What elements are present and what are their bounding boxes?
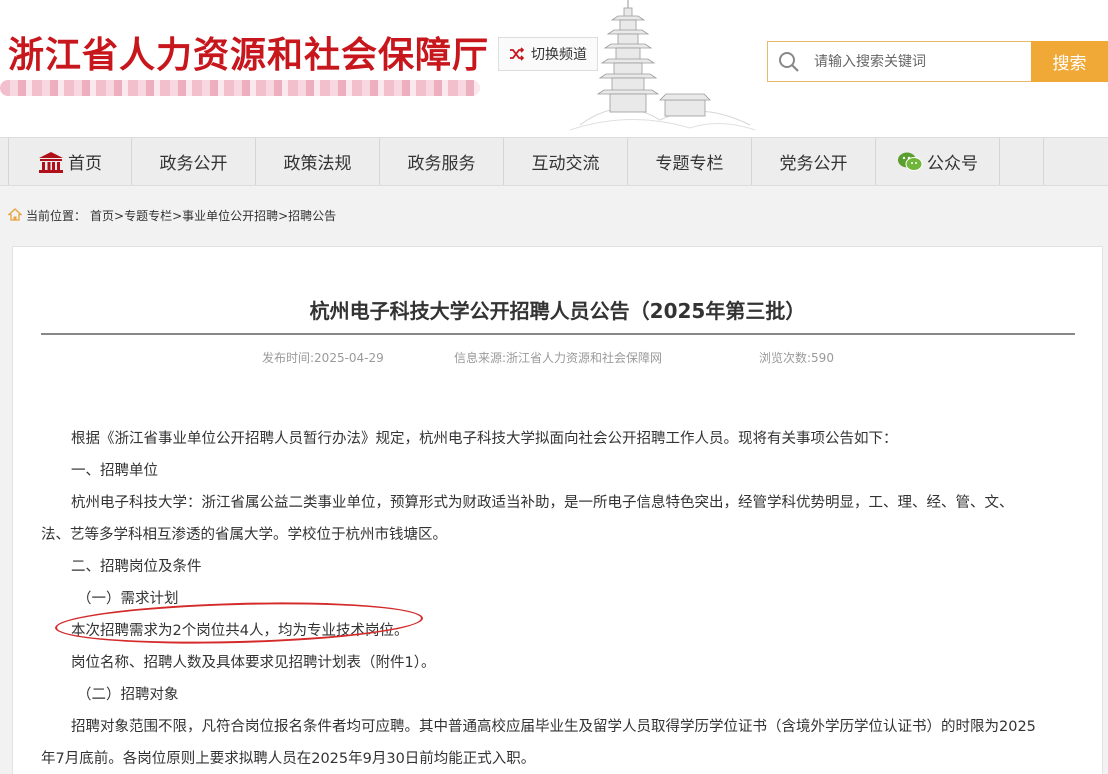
nav-label: 政务公开 — [159, 154, 228, 174]
title-decoration — [0, 80, 480, 96]
search-button[interactable]: 搜索 — [1031, 41, 1108, 82]
wechat-icon — [898, 152, 923, 171]
paragraph: 年7月底前。各岗位原则上要求拟聘人员在2025年9月30日前均能正式入职。 — [41, 751, 536, 767]
view-count: 浏览次数:590 — [759, 351, 834, 365]
paragraph-highlighted: 本次招聘需求为2个岗位共4人，均为专业技术岗位。 — [71, 623, 409, 639]
main-nav: 首页 政务公开 政策法规 政务服务 互动交流 专题专栏 党务公开 公众号 — [0, 137, 1108, 186]
section-heading: 二、招聘岗位及条件 — [71, 559, 202, 575]
section-heading: 一、招聘单位 — [71, 463, 158, 479]
nav-label: 政策法规 — [283, 154, 352, 174]
site-header: 浙江省人力资源和社会保障厅 切换频道 请输入搜索关键词 搜索 — [0, 0, 1108, 137]
nav-item-spacer — [1000, 138, 1044, 185]
nav-label: 公众号 — [927, 154, 978, 174]
subsection-heading: （二）招聘对象 — [77, 687, 179, 703]
home-icon — [39, 151, 63, 173]
breadcrumb-prefix: 当前位置： — [26, 208, 87, 223]
article-panel: 杭州电子科技大学公开招聘人员公告（2025年第三批） 发布时间:2025-04-… — [12, 246, 1103, 774]
title-divider — [41, 333, 1075, 335]
nav-label: 专题专栏 — [655, 154, 724, 174]
nav-item-interaction[interactable]: 互动交流 — [504, 138, 628, 185]
pagoda-illustration — [569, 0, 756, 131]
nav-item-wechat[interactable]: 公众号 — [876, 138, 1000, 185]
nav-item-party-affairs[interactable]: 党务公开 — [752, 138, 876, 185]
info-source: 信息来源:浙江省人力资源和社会保障网 — [454, 351, 663, 365]
nav-label: 互动交流 — [531, 154, 600, 174]
nav-item-policies[interactable]: 政策法规 — [256, 138, 380, 185]
paragraph: 法、艺等多学科相互渗透的省属大学。学校位于杭州市钱塘区。 — [41, 527, 447, 543]
publish-date: 发布时间:2025-04-29 — [262, 351, 384, 365]
search-icon — [779, 51, 799, 72]
search-field[interactable] — [767, 41, 1031, 82]
nav-item-special-topics[interactable]: 专题专栏 — [628, 138, 752, 185]
breadcrumb-path[interactable]: 首页>专题专栏>事业单位公开招聘>招聘公告 — [90, 207, 336, 224]
search-bar: 搜索 — [767, 41, 1108, 82]
nav-label: 政务服务 — [407, 154, 476, 174]
nav-label: 党务公开 — [779, 154, 848, 174]
paragraph: 杭州电子科技大学：浙江省属公益二类事业单位，预算形式为财政适当补助，是一所电子信… — [71, 495, 1014, 511]
home-location-icon — [8, 208, 22, 221]
breadcrumb: 当前位置： 首页>专题专栏>事业单位公开招聘>招聘公告 — [8, 206, 336, 224]
shuffle-icon — [510, 47, 525, 61]
nav-item-government-affairs[interactable]: 政务公开 — [132, 138, 256, 185]
nav-item-services[interactable]: 政务服务 — [380, 138, 504, 185]
site-title[interactable]: 浙江省人力资源和社会保障厅 — [8, 26, 489, 78]
paragraph: 招聘对象范围不限，凡符合岗位报名条件者均可应聘。其中普通高校应届毕业生及留学人员… — [71, 719, 1036, 735]
nav-label: 首页 — [68, 154, 102, 174]
paragraph: 岗位名称、招聘人数及具体要求见招聘计划表（附件1）。 — [71, 655, 436, 671]
paragraph: 根据《浙江省事业单位公开招聘人员暂行办法》规定，杭州电子科技大学拟面向社会公开招… — [71, 431, 898, 447]
nav-item-home[interactable]: 首页 — [8, 138, 132, 185]
search-input[interactable] — [814, 53, 1014, 70]
article-title: 杭州电子科技大学公开招聘人员公告（2025年第三批） — [309, 299, 806, 323]
subsection-heading: （一）需求计划 — [77, 591, 179, 607]
